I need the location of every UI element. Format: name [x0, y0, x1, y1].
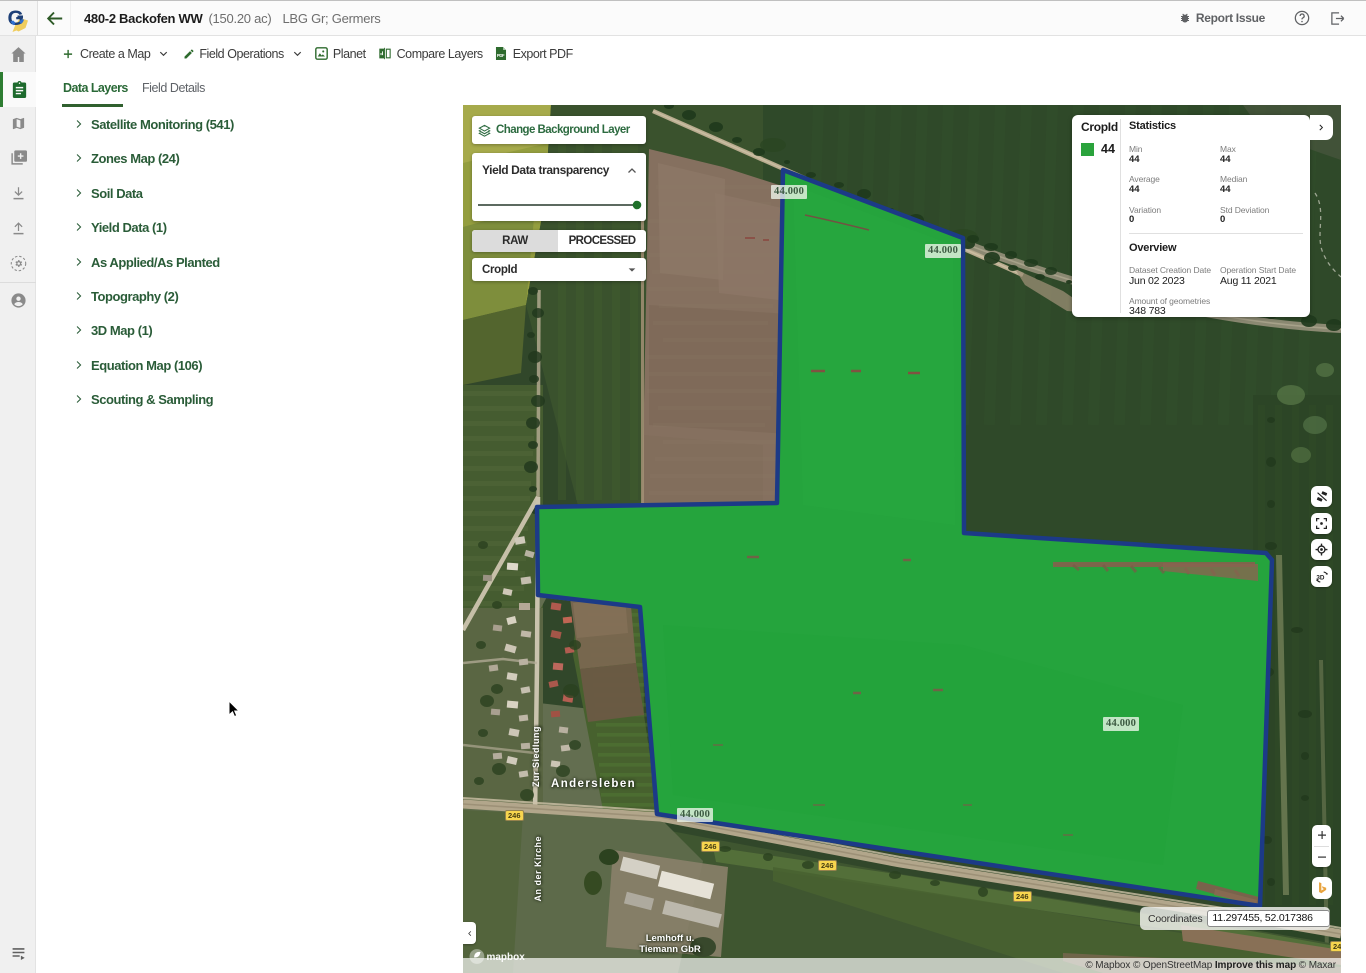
svg-text:PDF: PDF — [497, 53, 505, 58]
